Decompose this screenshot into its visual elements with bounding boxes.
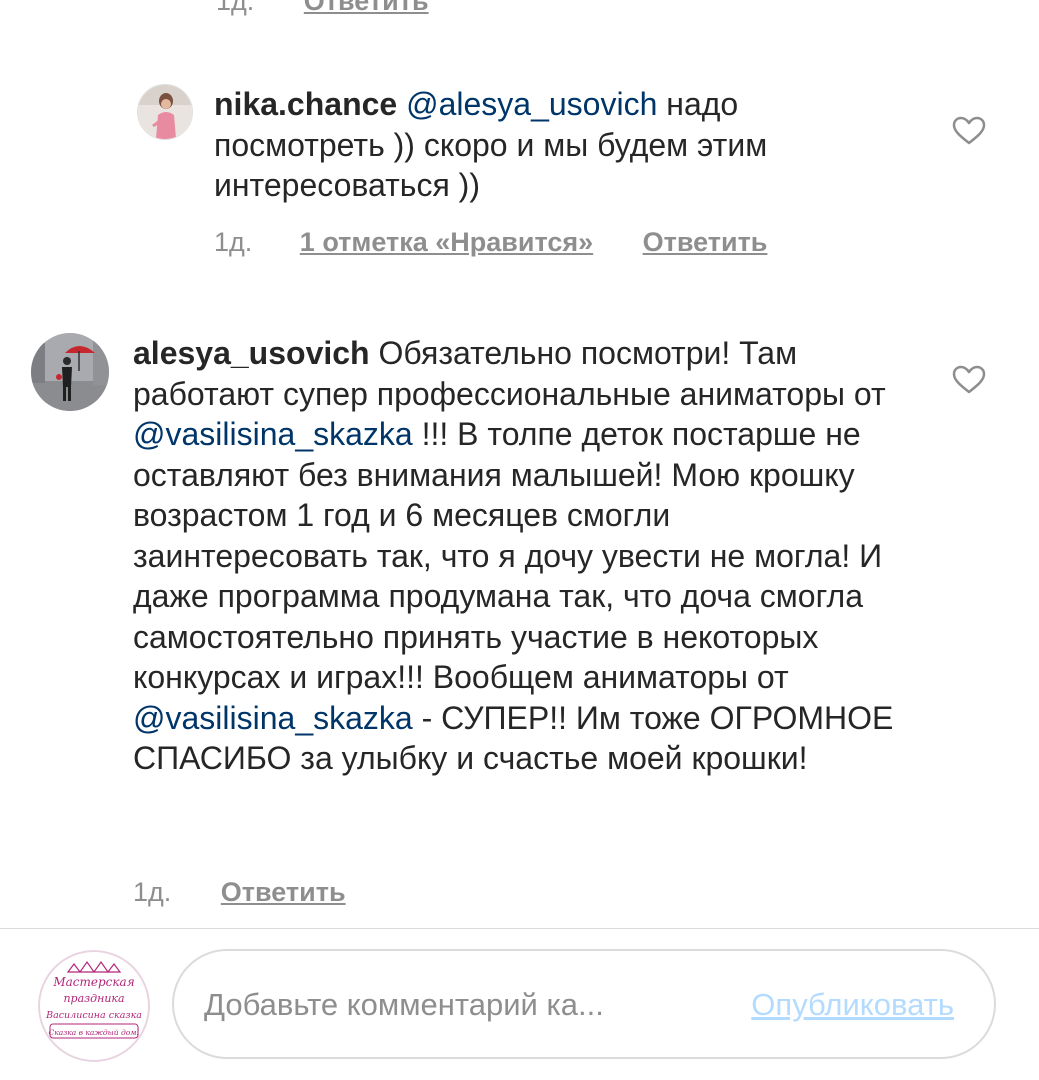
likes-count-link[interactable]: 1 отметка «Нравится» <box>300 227 593 257</box>
logo-line: праздника <box>63 992 124 1005</box>
avatar[interactable] <box>137 84 193 140</box>
heart-icon[interactable] <box>952 116 986 146</box>
reply-link[interactable]: Ответить <box>221 877 346 907</box>
logo: Мастерская праздника Василисина сказка С… <box>38 950 150 1062</box>
mention-link[interactable]: @vasilisina_skazka <box>133 416 413 452</box>
comment-body-text: Обязательно посмотри! Там работают супер… <box>133 335 893 776</box>
avatar[interactable] <box>31 333 109 411</box>
mention-link[interactable]: @vasilisina_skazka <box>133 700 413 736</box>
reply-link[interactable]: Ответить <box>304 0 429 16</box>
comment-meta: 1д. 1 отметка «Нравится» Ответить <box>214 227 767 258</box>
comment-input[interactable] <box>204 985 694 1025</box>
current-user-avatar: Мастерская праздника Василисина сказка С… <box>38 950 150 1062</box>
comment-body: nika.chance @alesya_usovich надо посмотр… <box>214 84 904 206</box>
previous-comment-meta: 1д. Ответить <box>216 0 429 17</box>
avatar-photo <box>31 333 109 411</box>
logo-line: Мастерская <box>52 975 134 989</box>
comment-username[interactable]: nika.chance <box>214 86 397 122</box>
reply-link[interactable]: Ответить <box>643 227 768 257</box>
comment-time: 1д. <box>133 877 172 907</box>
comment-text: !!! В толпе деток постарше не оставляют … <box>133 416 883 695</box>
comment-username[interactable]: alesya_usovich <box>133 335 370 371</box>
logo-line: Василисина сказка <box>45 1010 142 1021</box>
avatar-photo <box>138 85 192 139</box>
comment-time: 1д. <box>214 227 253 257</box>
divider <box>0 928 1039 929</box>
comment-meta: 1д. Ответить <box>133 877 346 908</box>
heart-icon[interactable] <box>952 365 986 395</box>
logo-line: Сказка в каждый дом! <box>49 1028 140 1037</box>
comment-body: alesya_usovich Обязательно посмотри! Там… <box>133 333 908 779</box>
comment-composer: Опубликовать <box>172 949 996 1059</box>
comment-time: 1д. <box>216 0 255 16</box>
publish-button[interactable]: Опубликовать <box>751 987 954 1023</box>
mention-link[interactable]: @alesya_usovich <box>406 86 657 122</box>
